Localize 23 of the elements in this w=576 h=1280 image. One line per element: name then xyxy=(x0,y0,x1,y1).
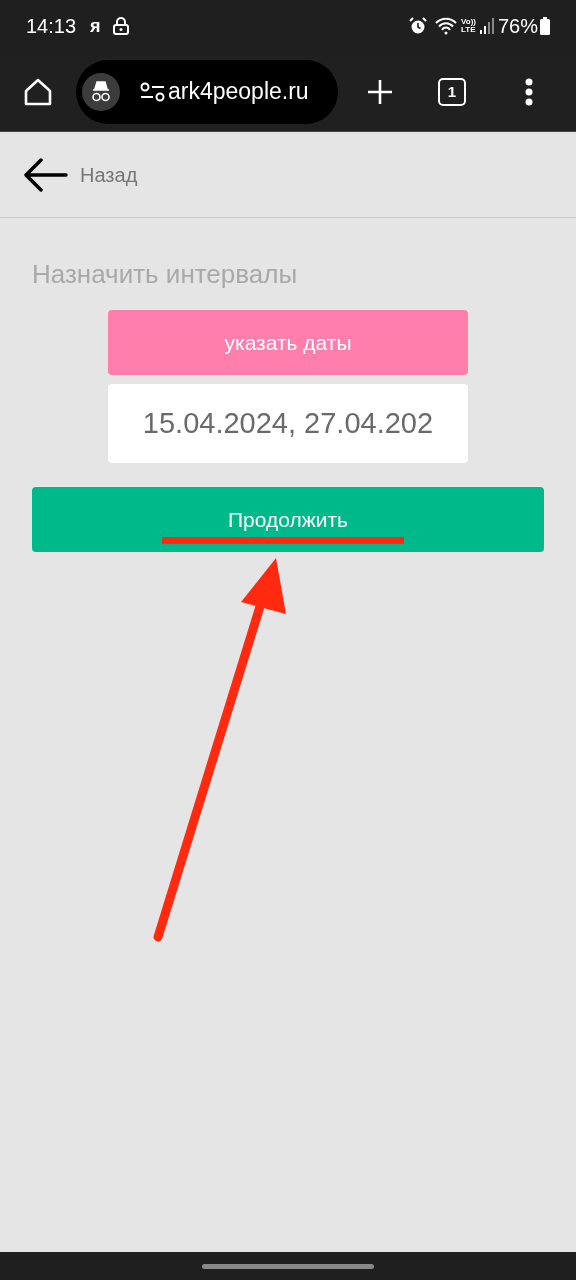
wifi-icon xyxy=(435,17,457,35)
back-arrow-icon xyxy=(24,157,68,192)
back-button[interactable]: Назад xyxy=(24,157,138,192)
alarm-icon xyxy=(409,17,427,35)
battery-icon xyxy=(540,17,550,35)
home-icon xyxy=(23,77,53,106)
address-bar[interactable]: ark4people.ru xyxy=(76,59,338,124)
menu-button[interactable] xyxy=(524,77,534,106)
notification-icon: я xyxy=(90,12,101,40)
volte-label: Vo)) xyxy=(461,18,476,26)
lock-icon xyxy=(112,17,129,35)
signal-icon xyxy=(479,18,494,34)
more-icon xyxy=(525,77,533,106)
network-label: LTE xyxy=(461,26,476,34)
url-text: ark4people.ru xyxy=(168,77,309,107)
page-title: Назначить интервалы xyxy=(32,258,299,290)
site-settings-icon[interactable] xyxy=(140,80,166,103)
battery-level: 76% xyxy=(497,14,538,39)
plus-icon xyxy=(367,78,393,105)
status-time: 14:13 xyxy=(26,14,77,39)
incognito-icon xyxy=(82,72,120,111)
dates-field[interactable]: 15.04.2024, 27.04.202 xyxy=(108,384,468,463)
tab-count-button[interactable]: 1 xyxy=(438,77,466,106)
